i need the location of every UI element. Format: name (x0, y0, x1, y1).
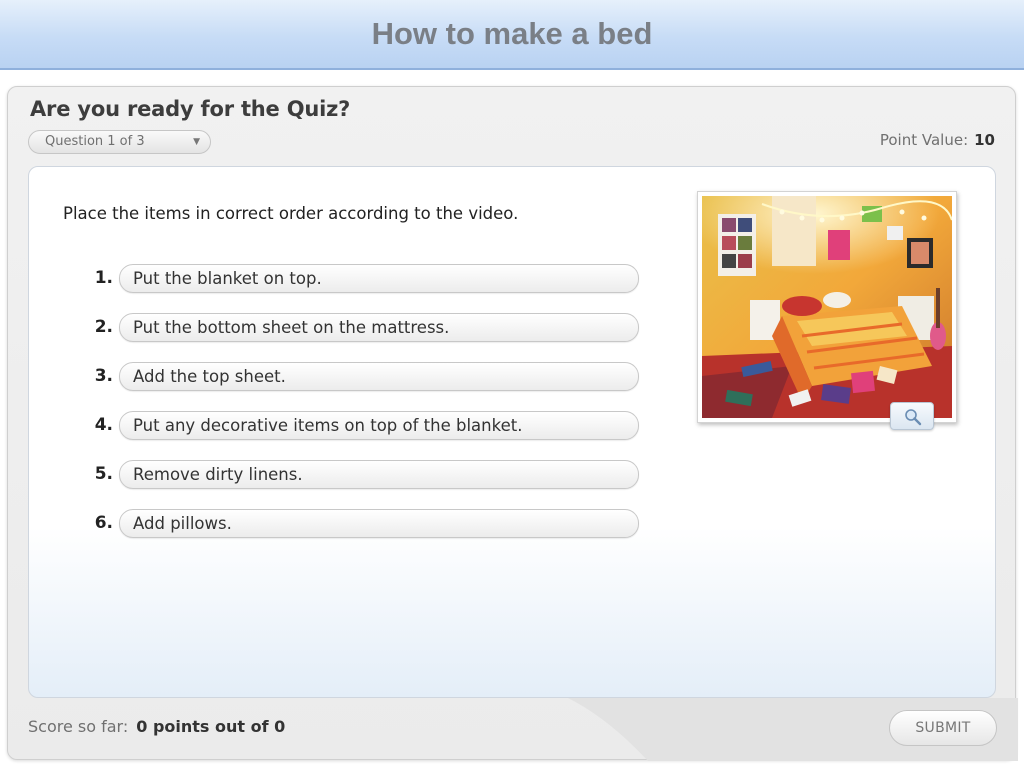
chevron-down-icon: ▼ (193, 137, 200, 147)
item-number: 6. (94, 513, 113, 533)
item-number: 1. (94, 268, 113, 288)
draggable-answer[interactable]: Put the blanket on top. (119, 264, 639, 293)
item-number: 4. (94, 415, 113, 435)
score-value: 0 points out of 0 (136, 717, 286, 736)
draggable-answer[interactable]: Remove dirty linens. (119, 460, 639, 489)
point-value: Point Value: 10 (880, 131, 995, 149)
point-value-label: Point Value: (879, 131, 969, 149)
question-selector[interactable]: Question 1 of 3 ▼ (28, 130, 211, 154)
draggable-answer[interactable]: Add the top sheet. (119, 362, 639, 391)
submit-button[interactable]: SUBMIT (889, 710, 997, 746)
magnifier-icon (905, 409, 922, 426)
score-display: Score so far: 0 points out of 0 (28, 717, 285, 736)
draggable-answer[interactable]: Add pillows. (119, 509, 639, 538)
question-panel: Place the items in correct order accordi… (28, 166, 996, 698)
quiz-frame: Are you ready for the Quiz? Question 1 o… (7, 86, 1018, 761)
score-label: Score so far: (28, 717, 129, 736)
quiz-heading: Are you ready for the Quiz? (30, 97, 351, 121)
zoom-image-button[interactable] (890, 402, 934, 430)
point-value-number: 10 (974, 131, 995, 149)
page-title: How to make a bed (371, 16, 653, 51)
question-selector-value: Question 1 of 3 (45, 134, 145, 149)
bedroom-photo (697, 191, 957, 430)
item-number: 3. (94, 366, 113, 386)
messy-bedroom-image (702, 196, 952, 418)
item-number: 2. (94, 317, 113, 337)
item-number: 5. (94, 464, 113, 484)
title-banner: How to make a bed (0, 0, 1024, 70)
question-instructions: Place the items in correct order accordi… (63, 204, 519, 223)
draggable-answer[interactable]: Put the bottom sheet on the mattress. (119, 313, 639, 342)
draggable-answer[interactable]: Put any decorative items on top of the b… (119, 411, 639, 440)
